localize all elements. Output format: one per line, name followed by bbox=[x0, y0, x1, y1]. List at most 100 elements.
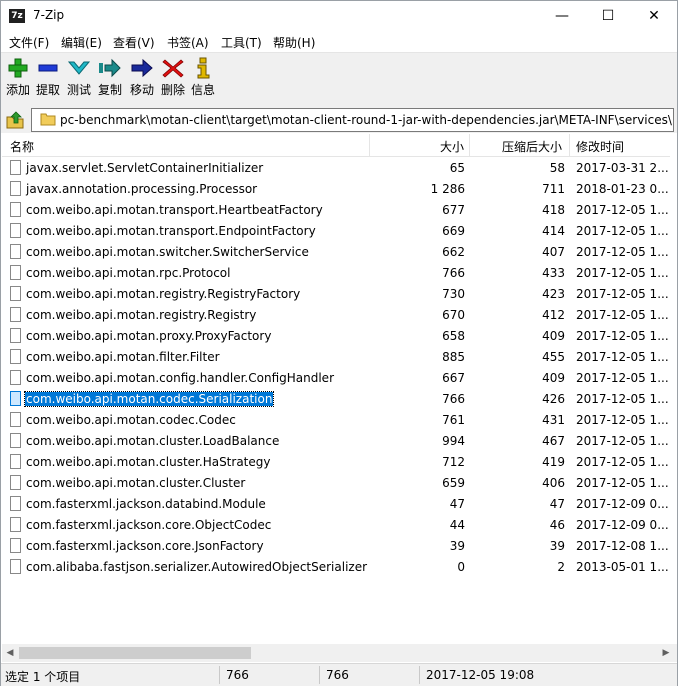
file-row[interactable]: com.weibo.api.motan.cluster.LoadBalance 9… bbox=[2, 431, 671, 452]
extract-button[interactable]: 提取 bbox=[33, 57, 63, 101]
close-button[interactable]: ✕ bbox=[631, 1, 677, 31]
file-modified: 2017-12-05 1... bbox=[576, 245, 669, 259]
file-size: 885 bbox=[442, 350, 465, 364]
path-input[interactable]: pc-benchmark\motan-client\target\motan-c… bbox=[31, 108, 674, 132]
title-bar[interactable]: 7z 7-Zip — ☐ ✕ bbox=[1, 1, 677, 31]
maximize-button[interactable]: ☐ bbox=[585, 1, 631, 31]
column-divider[interactable] bbox=[369, 134, 370, 156]
toolbar: 添加 提取 测试 复制 移动 删除 信息 bbox=[1, 52, 677, 105]
file-row[interactable]: com.weibo.api.motan.switcher.SwitcherSer… bbox=[2, 242, 671, 263]
file-name: com.weibo.api.motan.transport.EndpointFa… bbox=[26, 224, 316, 238]
file-row[interactable]: com.fasterxml.jackson.core.JsonFactory 39… bbox=[2, 536, 671, 557]
delete-button[interactable]: 删除 bbox=[158, 57, 188, 101]
copy-arrow-icon bbox=[99, 58, 121, 78]
file-icon bbox=[10, 538, 21, 553]
menu-view[interactable]: 查看(V) bbox=[113, 34, 155, 51]
file-name: com.weibo.api.motan.proxy.ProxyFactory bbox=[26, 329, 272, 343]
file-size: 0 bbox=[457, 560, 465, 574]
file-name: com.weibo.api.motan.registry.Registry bbox=[26, 308, 257, 322]
file-name: com.weibo.api.motan.filter.Filter bbox=[26, 350, 220, 364]
file-icon bbox=[10, 307, 21, 322]
file-packed-size: 412 bbox=[542, 308, 565, 322]
file-row[interactable]: com.weibo.api.motan.cluster.HaStrategy 71… bbox=[2, 452, 671, 473]
file-modified: 2017-12-05 1... bbox=[576, 287, 669, 301]
file-row[interactable]: javax.servlet.ServletContainerInitialize… bbox=[2, 158, 671, 179]
file-list[interactable]: 名称 大小 压缩后大小 修改时间 javax.servlet.ServletCo… bbox=[2, 134, 677, 666]
file-row[interactable]: com.weibo.api.motan.proxy.ProxyFactory 65… bbox=[2, 326, 671, 347]
file-row[interactable]: com.weibo.api.motan.registry.Registry 670… bbox=[2, 305, 671, 326]
column-divider[interactable] bbox=[569, 134, 570, 156]
status-packed: 766 bbox=[326, 668, 349, 682]
scroll-left-icon[interactable]: ◀ bbox=[5, 648, 15, 658]
status-divider bbox=[419, 666, 420, 684]
file-modified: 2017-12-05 1... bbox=[576, 371, 669, 385]
file-row[interactable]: com.weibo.api.motan.codec.Serialization 7… bbox=[2, 389, 671, 410]
file-row[interactable]: com.weibo.api.motan.config.handler.Confi… bbox=[2, 368, 671, 389]
file-icon bbox=[10, 244, 21, 259]
file-modified: 2017-12-08 1... bbox=[576, 539, 669, 553]
menu-bar: 文件(F) 编辑(E) 查看(V) 书签(A) 工具(T) 帮助(H) bbox=[1, 31, 677, 51]
file-icon bbox=[10, 160, 21, 175]
file-icon bbox=[10, 412, 21, 427]
file-row[interactable]: com.weibo.api.motan.transport.HeartbeatF… bbox=[2, 200, 671, 221]
menu-tools[interactable]: 工具(T) bbox=[221, 34, 262, 51]
file-row[interactable]: com.alibaba.fastjson.serializer.Autowire… bbox=[2, 557, 671, 578]
file-name: com.weibo.api.motan.config.handler.Confi… bbox=[26, 371, 334, 385]
menu-bookmarks[interactable]: 书签(A) bbox=[167, 34, 209, 51]
minimize-button[interactable]: — bbox=[539, 1, 585, 31]
file-row[interactable]: com.weibo.api.motan.transport.EndpointFa… bbox=[2, 221, 671, 242]
menu-file[interactable]: 文件(F) bbox=[9, 34, 49, 51]
file-row[interactable]: com.weibo.api.motan.registry.RegistryFac… bbox=[2, 284, 671, 305]
menu-edit[interactable]: 编辑(E) bbox=[61, 34, 102, 51]
column-header-packed[interactable]: 压缩后大小 bbox=[502, 138, 562, 155]
file-row[interactable]: com.fasterxml.jackson.databind.Module 47 4… bbox=[2, 494, 671, 515]
file-row[interactable]: javax.annotation.processing.Processor 1 2… bbox=[2, 179, 671, 200]
file-icon bbox=[10, 370, 21, 385]
column-divider[interactable] bbox=[469, 134, 470, 156]
file-name: com.alibaba.fastjson.serializer.Autowire… bbox=[26, 560, 368, 574]
file-packed-size: 46 bbox=[549, 518, 565, 532]
file-modified: 2017-12-05 1... bbox=[576, 455, 669, 469]
test-button[interactable]: 测试 bbox=[64, 57, 94, 101]
delete-label: 删除 bbox=[160, 83, 185, 97]
status-modified: 2017-12-05 19:08 bbox=[426, 668, 535, 682]
file-row[interactable]: com.weibo.api.motan.cluster.Cluster 659 40… bbox=[2, 473, 671, 494]
info-button[interactable]: 信息 bbox=[188, 57, 218, 101]
file-name: com.fasterxml.jackson.core.ObjectCodec bbox=[26, 518, 272, 532]
file-modified: 2017-12-05 1... bbox=[576, 266, 669, 280]
file-row[interactable]: com.fasterxml.jackson.core.ObjectCodec 44… bbox=[2, 515, 671, 536]
move-button[interactable]: 移动 bbox=[127, 57, 157, 101]
move-arrow-icon bbox=[131, 58, 153, 78]
file-icon bbox=[10, 475, 21, 490]
file-icon bbox=[10, 496, 21, 511]
file-row[interactable]: com.weibo.api.motan.filter.Filter 885 455 2… bbox=[2, 347, 671, 368]
delete-x-icon bbox=[162, 59, 184, 78]
scroll-right-icon[interactable]: ▶ bbox=[661, 648, 671, 658]
column-header-size[interactable]: 大小 bbox=[440, 138, 464, 155]
file-icon bbox=[10, 202, 21, 217]
file-icon bbox=[10, 286, 21, 301]
file-name: com.weibo.api.motan.transport.HeartbeatF… bbox=[26, 203, 323, 217]
file-row[interactable]: com.weibo.api.motan.codec.Codec 761 431 201… bbox=[2, 410, 671, 431]
menu-help[interactable]: 帮助(H) bbox=[273, 34, 315, 51]
file-icon bbox=[10, 349, 21, 364]
file-packed-size: 414 bbox=[542, 224, 565, 238]
file-packed-size: 409 bbox=[542, 329, 565, 343]
file-row[interactable]: com.weibo.api.motan.rpc.Protocol 766 433 20… bbox=[2, 263, 671, 284]
file-size: 670 bbox=[442, 308, 465, 322]
folder-icon bbox=[40, 113, 56, 126]
file-modified: 2017-12-05 1... bbox=[576, 329, 669, 343]
horizontal-scroll-thumb[interactable] bbox=[19, 647, 251, 659]
extract-label: 提取 bbox=[35, 83, 60, 97]
file-packed-size: 419 bbox=[542, 455, 565, 469]
add-button[interactable]: 添加 bbox=[3, 57, 33, 101]
copy-button[interactable]: 复制 bbox=[95, 57, 125, 101]
file-name: com.fasterxml.jackson.databind.Module bbox=[26, 497, 266, 511]
column-header-modified[interactable]: 修改时间 bbox=[576, 138, 624, 155]
column-header-name[interactable]: 名称 bbox=[10, 138, 34, 155]
horizontal-scrollbar[interactable]: ◀ ▶ bbox=[2, 644, 677, 662]
vertical-scrollbar[interactable] bbox=[670, 134, 677, 644]
file-modified: 2017-03-31 2... bbox=[576, 161, 669, 175]
folder-up-icon[interactable] bbox=[4, 109, 26, 131]
file-name: com.weibo.api.motan.codec.Codec bbox=[26, 413, 236, 427]
